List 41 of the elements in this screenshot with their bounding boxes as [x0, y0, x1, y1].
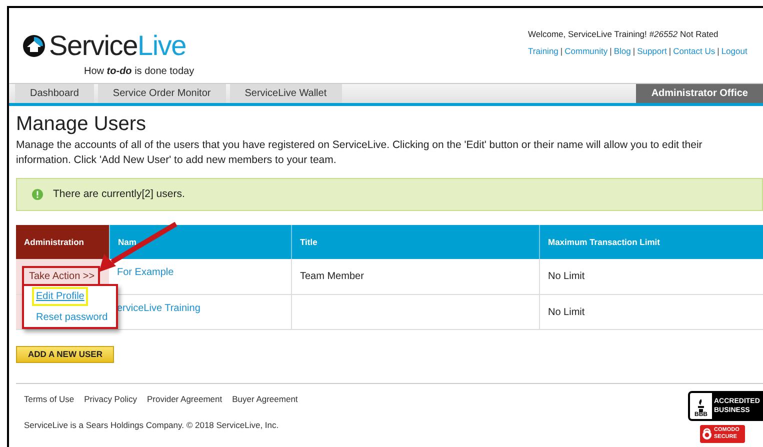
table-cell: No Limit: [539, 259, 763, 295]
page-title: Manage Users: [16, 112, 148, 136]
welcome-text: Welcome, ServiceLive Training! #26552 Not Rated: [528, 28, 720, 41]
link-separator: |: [560, 44, 563, 58]
menu-item[interactable]: Edit Profile: [32, 287, 88, 306]
header-link[interactable]: Logout: [721, 44, 748, 58]
footer-link[interactable]: Buyer Agreement: [232, 393, 298, 406]
copyright-text: ServiceLive is a Sears Holdings Company. © 2018 ServiceLive, Inc.: [24, 418, 280, 432]
nav-tab[interactable]: ServiceLive Wallet: [230, 84, 342, 103]
torch-icon: [696, 399, 706, 412]
alert-text: There are currently[2] users.: [53, 186, 185, 202]
link-separator: |: [717, 44, 720, 58]
brand-name: Service: [49, 30, 138, 61]
column-header: Nam: [109, 225, 291, 259]
nav-tab[interactable]: Dashboard: [15, 84, 94, 103]
header-link[interactable]: Support: [637, 44, 667, 58]
header-link[interactable]: Contact Us: [673, 44, 716, 58]
table-cell: Team Member: [291, 259, 539, 295]
column-header: Title: [291, 225, 539, 259]
brand-name-accent: Live: [137, 30, 186, 61]
header-link[interactable]: Blog: [614, 44, 631, 58]
column-header: Administration: [16, 225, 109, 259]
nav-tab[interactable]: Service Order Monitor: [98, 84, 226, 103]
info-icon: [32, 189, 43, 200]
footer-link[interactable]: Provider Agreement: [146, 393, 222, 406]
header-link[interactable]: Community: [564, 44, 608, 58]
table-cell: No Limit: [539, 295, 763, 330]
take-action-button[interactable]: Take Action >>: [22, 266, 100, 286]
column-header: Maximum Transaction Limit: [539, 225, 763, 259]
link-separator: |: [632, 44, 636, 58]
menu-item[interactable]: Reset password: [32, 308, 112, 327]
nav-tab[interactable]: Administrator Office: [636, 84, 763, 103]
footer-link[interactable]: Terms of Use: [24, 393, 74, 406]
add-user-button[interactable]: ADD A NEW USER: [16, 346, 114, 363]
footer-link[interactable]: Privacy Policy: [84, 393, 137, 406]
logo-icon: [22, 34, 46, 58]
link-separator: |: [668, 44, 672, 58]
link-separator: |: [610, 44, 612, 58]
header-link[interactable]: Training: [528, 44, 558, 58]
page-description: Manage the accounts of all of the users that you have registered on ServiceLive. Clicking on the 'Edit' button or their name will allow you to edit their information. Click 'Add New User' to add new members to your team.: [16, 138, 704, 168]
tagline: How to-do is done today: [84, 65, 194, 79]
